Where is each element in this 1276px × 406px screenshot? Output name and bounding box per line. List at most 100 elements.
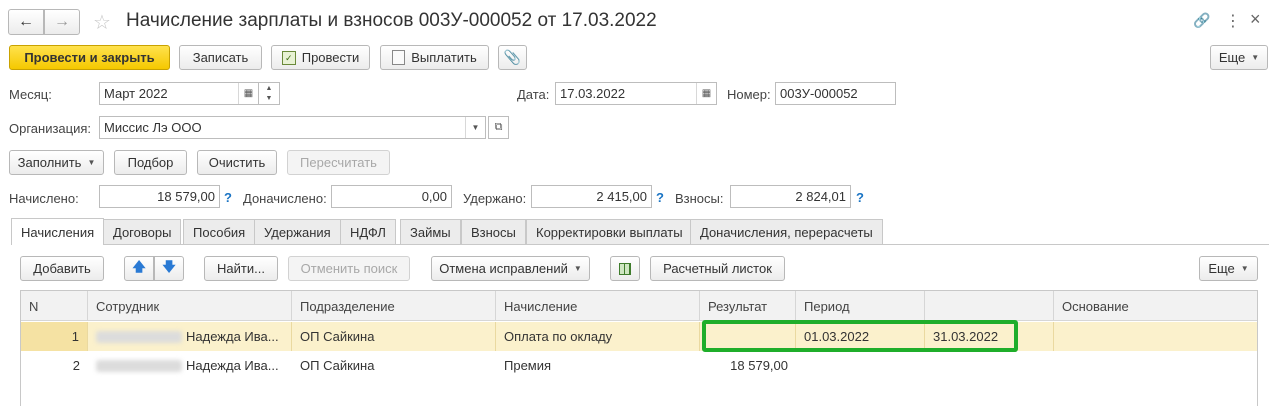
payslip-button[interactable]: Расчетный листок — [650, 256, 785, 281]
employee-cell[interactable]: Надежда Ива... — [88, 322, 292, 351]
more-button[interactable]: Еще ▼ — [1210, 45, 1268, 70]
help-icon[interactable]: ? — [856, 190, 864, 205]
date-field[interactable]: 17.03.2022 ▦ — [555, 82, 717, 105]
tab-loans[interactable]: Займы — [400, 219, 461, 244]
tab-ndfl[interactable]: НДФЛ — [340, 219, 396, 244]
basis-cell[interactable] — [1054, 322, 1257, 351]
tab-contracts[interactable]: Договоры — [103, 219, 182, 244]
kebab-menu-icon[interactable]: ⋮ — [1225, 11, 1241, 31]
calendar-icon[interactable]: ▦ — [696, 83, 716, 104]
back-button[interactable]: ← — [8, 9, 44, 35]
accrual-cell[interactable]: Оплата по окладу — [496, 322, 700, 351]
basis-cell[interactable] — [1054, 351, 1257, 380]
pay-button[interactable]: Выплатить — [380, 45, 489, 70]
post-and-close-label: Провести и закрыть — [24, 50, 155, 65]
column-label: Сотрудник — [96, 298, 160, 314]
help-icon[interactable]: ? — [656, 190, 664, 205]
tab-label: Пособия — [193, 224, 246, 240]
tab-deductions[interactable]: Удержания — [254, 219, 341, 244]
tab-benefits[interactable]: Пособия — [183, 219, 256, 244]
forward-button[interactable]: → — [44, 9, 80, 35]
table-row[interactable]: 1 Надежда Ива... ОП Сайкина Оплата по ок… — [21, 322, 1257, 351]
column-header-accrual[interactable]: Начисление — [496, 291, 700, 321]
table-more-button[interactable]: Еще ▼ — [1199, 256, 1258, 281]
paperclip-icon: 📎 — [503, 49, 522, 65]
accrual-cell[interactable]: Премия — [496, 351, 700, 380]
cancel-fixes-button[interactable]: Отмена исправлений ▼ — [431, 256, 590, 281]
chevron-down-icon: ▼ — [573, 264, 582, 273]
month-label: Месяц: — [9, 87, 52, 102]
tab-label: Корректировки выплаты — [536, 224, 683, 240]
post-and-close-button[interactable]: Провести и закрыть — [9, 45, 170, 70]
help-icon[interactable]: ? — [224, 190, 232, 205]
period-from-cell[interactable] — [796, 351, 925, 380]
table-header: N Сотрудник Подразделение Начисление Рез… — [21, 291, 1257, 321]
withheld-field: 2 415,00 — [531, 185, 652, 208]
select-button[interactable]: Подбор — [114, 150, 187, 175]
tab-label: НДФЛ — [350, 224, 386, 240]
chevron-down-icon[interactable]: ▼ — [465, 117, 485, 138]
column-header-result[interactable]: Результат — [700, 291, 796, 321]
tab-label: Начисления — [21, 224, 95, 240]
tab-accruals[interactable]: Начисления — [11, 218, 105, 245]
accrued-field: 18 579,00 — [99, 185, 220, 208]
month-value: Март 2022 — [104, 86, 168, 101]
clear-button[interactable]: Очистить — [197, 150, 277, 175]
employee-cell[interactable]: Надежда Ива... — [88, 351, 292, 380]
favorite-star-icon[interactable]: ☆ — [93, 10, 111, 35]
department-cell[interactable]: ОП Сайкина — [292, 351, 496, 380]
recalculate-button[interactable]: Пересчитать — [287, 150, 390, 175]
calendar-icon[interactable]: ▦ — [238, 83, 258, 104]
move-down-button[interactable]: 🡇 — [154, 256, 184, 281]
cancel-search-label: Отменить поиск — [300, 261, 398, 276]
add-label: Добавить — [33, 261, 91, 276]
chevron-down-icon: ▼ — [87, 158, 96, 167]
tab-recalculations[interactable]: Доначисления, перерасчеты — [690, 219, 883, 244]
table-row[interactable]: 2 Надежда Ива... ОП Сайкина Премия 18 57… — [21, 351, 1257, 380]
highlight-frame — [702, 320, 1018, 352]
month-stepper[interactable]: ▲ ▼ — [259, 82, 280, 105]
employee-name: Надежда Ива... — [186, 358, 279, 373]
date-label: Дата: — [517, 87, 550, 102]
period-to-cell[interactable] — [925, 351, 1054, 380]
attach-button[interactable]: 📎 — [498, 45, 527, 70]
move-up-button[interactable]: 🡅 — [124, 256, 154, 281]
step-up-icon[interactable]: ▲ — [259, 83, 279, 94]
number-value: 003У-000052 — [780, 86, 858, 101]
arrow-right-icon: → — [54, 13, 70, 30]
redacted-surname — [96, 359, 182, 372]
withheld-value: 2 415,00 — [596, 189, 647, 204]
close-icon[interactable]: × — [1250, 9, 1261, 30]
link-icon[interactable]: 🔗 — [1193, 12, 1210, 29]
number-field[interactable]: 003У-000052 — [775, 82, 896, 105]
cancel-search-button[interactable]: Отменить поиск — [288, 256, 410, 281]
save-button[interactable]: Записать — [179, 45, 262, 70]
date-value: 17.03.2022 — [560, 86, 626, 101]
column-header-period[interactable]: Период — [796, 291, 925, 321]
column-header-n[interactable]: N — [21, 291, 88, 321]
tab-payment-adjustments[interactable]: Корректировки выплаты — [526, 219, 693, 244]
month-field[interactable]: Март 2022 ▦ — [99, 82, 259, 105]
contributions-field: 2 824,01 — [730, 185, 851, 208]
withheld-label: Удержано: — [463, 191, 527, 206]
column-header-basis[interactable]: Основание — [1054, 291, 1257, 321]
pay-label: Выплатить — [411, 50, 477, 65]
post-document-icon: ✓ — [281, 50, 296, 65]
column-label: Результат — [708, 298, 768, 314]
result-cell[interactable]: 18 579,00 — [700, 351, 796, 380]
table-settings-button[interactable] — [610, 256, 640, 281]
add-row-button[interactable]: Добавить — [20, 256, 104, 281]
fill-button[interactable]: Заполнить ▼ — [9, 150, 104, 175]
column-header-period-end[interactable] — [925, 291, 1054, 321]
organization-field[interactable]: Миссис Лэ ООО ▼ — [99, 116, 486, 139]
find-button[interactable]: Найти... — [204, 256, 278, 281]
contributions-value: 2 824,01 — [795, 189, 846, 204]
step-down-icon[interactable]: ▼ — [259, 94, 279, 104]
post-button[interactable]: ✓ Провести — [271, 45, 370, 70]
column-header-department[interactable]: Подразделение — [292, 291, 496, 321]
department-cell[interactable]: ОП Сайкина — [292, 322, 496, 351]
extra-accrued-field: 0,00 — [331, 185, 452, 208]
tab-contributions[interactable]: Взносы — [461, 219, 526, 244]
column-header-employee[interactable]: Сотрудник — [88, 291, 292, 321]
open-organization-icon[interactable]: ⧉ — [488, 116, 509, 139]
